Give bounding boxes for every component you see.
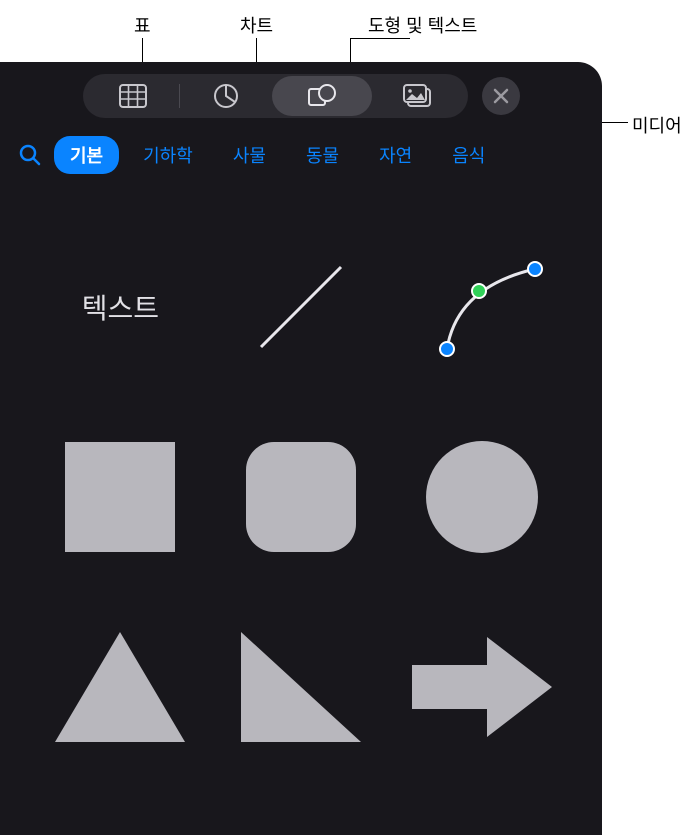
category-tab-nature[interactable]: 자연 [363,136,428,174]
circle-icon [426,441,538,553]
annotation-chart: 차트 [240,12,273,38]
rounded-square-icon [246,442,356,552]
square-icon [65,442,175,552]
toolbar [0,62,602,126]
shape-arrow[interactable] [401,612,562,762]
media-icon [403,84,433,108]
shape-rounded-square[interactable] [221,422,382,572]
shape-text[interactable]: 텍스트 [40,232,201,382]
arrow-icon [412,637,552,737]
close-icon [493,88,509,104]
media-button[interactable] [372,76,464,116]
chart-button[interactable] [180,76,272,116]
annotation-table: 표 [134,12,151,38]
line-icon [241,247,361,367]
shape-square[interactable] [40,422,201,572]
category-row: 기본 기하학 사물 동물 자연 음식 [0,126,602,192]
shape-line[interactable] [221,232,382,382]
category-tab-food[interactable]: 음식 [436,136,501,174]
annotation-media: 미디어 [632,112,682,138]
shapes-grid: 텍스트 [0,192,602,762]
annotation-shapes: 도형 및 텍스트 [368,12,477,38]
shapes-icon [307,83,337,109]
toolbar-pill [83,74,468,118]
category-tab-geometry[interactable]: 기하학 [127,136,209,174]
right-triangle-icon [241,632,361,742]
chart-icon [213,83,239,109]
table-button[interactable] [87,76,179,116]
annotation-line [350,38,410,39]
curve-pen-icon [417,247,547,367]
shape-right-triangle[interactable] [221,612,382,762]
text-shape-label: 텍스트 [82,287,159,327]
table-icon [119,84,147,108]
close-button[interactable] [482,77,520,115]
shape-triangle[interactable] [40,612,201,762]
search-icon [19,144,41,166]
shape-curve-pen[interactable] [401,232,562,382]
category-tab-objects[interactable]: 사물 [217,136,282,174]
category-tab-animals[interactable]: 동물 [290,136,355,174]
triangle-icon [55,632,185,742]
category-tab-basic[interactable]: 기본 [54,136,119,174]
insert-panel: 기본 기하학 사물 동물 자연 음식 텍스트 [0,62,602,835]
search-button[interactable] [14,139,46,171]
shape-circle[interactable] [401,422,562,572]
shapes-button[interactable] [272,76,372,116]
